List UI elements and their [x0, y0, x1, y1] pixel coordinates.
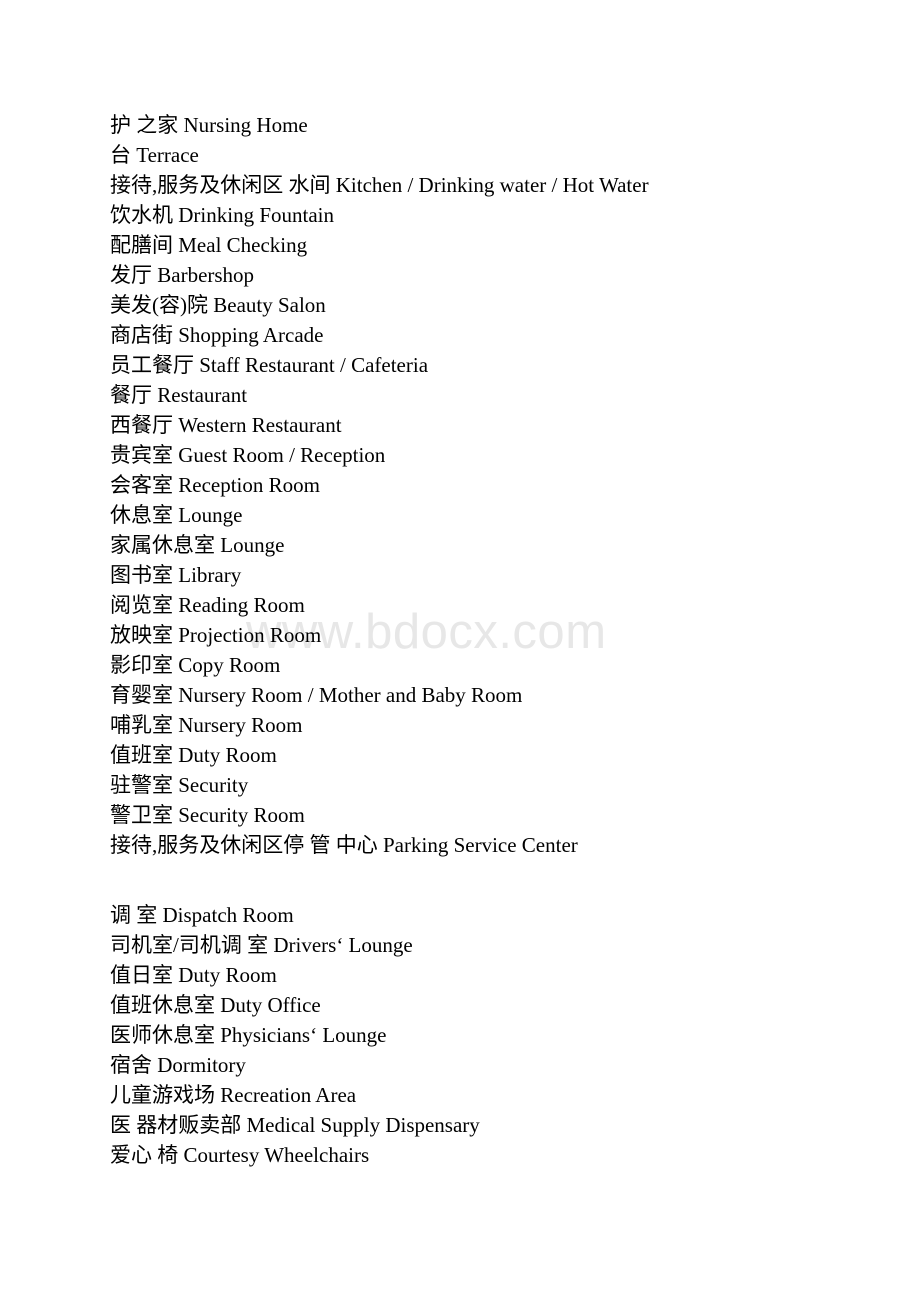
glossary-line: 休息室 Lounge [110, 503, 243, 527]
glossary-line: 员工餐厅 Staff Restaurant / Cafeteria [110, 353, 429, 377]
glossary-line: 哺乳室 Nursery Room [110, 713, 303, 737]
glossary-line: 饮水机 Drinking Fountain [110, 203, 334, 227]
glossary-line: 育婴室 Nursery Room / Mother and Baby Room [110, 683, 523, 707]
text-block-2: 调 室 Dispatch Room 司机室/司机调 室 Drivers‘ Lou… [110, 900, 870, 1170]
document-text-body: 护 之家 Nursing Home 台 Terrace 接待,服务及休闲区 水间… [110, 110, 870, 1170]
glossary-line: 商店街 Shopping Arcade [110, 323, 324, 347]
glossary-line: 医 器材贩卖部 Medical Supply Dispensary [110, 1113, 480, 1137]
glossary-line: 爱心 椅 Courtesy Wheelchairs [110, 1143, 370, 1167]
glossary-line: 西餐厅 Western Restaurant [110, 413, 342, 437]
glossary-line: 阅览室 Reading Room [110, 593, 305, 617]
glossary-line: 宿舍 Dormitory [110, 1053, 246, 1077]
glossary-line: 影印室 Copy Room [110, 653, 281, 677]
glossary-line: 值班室 Duty Room [110, 743, 277, 767]
glossary-line: 驻警室 Security [110, 773, 249, 797]
glossary-line: 值班休息室 Duty Office [110, 993, 321, 1017]
glossary-line: 贵宾室 Guest Room / Reception [110, 443, 386, 467]
glossary-line: 图书室 Library [110, 563, 242, 587]
document-page: www.bdocx.com 护 之家 Nursing Home 台 Terrac… [0, 0, 920, 1302]
glossary-line: 警卫室 Security Room [110, 803, 305, 827]
glossary-line: 调 室 Dispatch Room [110, 903, 294, 927]
glossary-line: 司机室/司机调 室 Drivers‘ Lounge [110, 933, 413, 957]
glossary-line: 会客室 Reception Room [110, 473, 320, 497]
glossary-line: 接待,服务及休闲区停 管 中心 Parking Service Center [110, 833, 578, 857]
glossary-line: 美发(容)院 Beauty Salon [110, 293, 326, 317]
glossary-line: 台 Terrace [110, 143, 199, 167]
glossary-line: 接待,服务及休闲区 水间 Kitchen / Drinking water / … [110, 173, 649, 197]
glossary-line: 护 之家 Nursing Home [110, 113, 308, 137]
glossary-line: 家属休息室 Lounge [110, 533, 285, 557]
glossary-line: 餐厅 Restaurant [110, 383, 248, 407]
glossary-line: 发厅 Barbershop [110, 263, 255, 287]
glossary-line: 儿童游戏场 Recreation Area [110, 1083, 357, 1107]
glossary-line: 医师休息室 Physicians‘ Lounge [110, 1023, 387, 1047]
glossary-line: 放映室 Projection Room [110, 623, 322, 647]
glossary-line: 值日室 Duty Room [110, 963, 277, 987]
glossary-line: 配膳间 Meal Checking [110, 233, 308, 257]
text-block-1: 护 之家 Nursing Home 台 Terrace 接待,服务及休闲区 水间… [110, 110, 870, 860]
